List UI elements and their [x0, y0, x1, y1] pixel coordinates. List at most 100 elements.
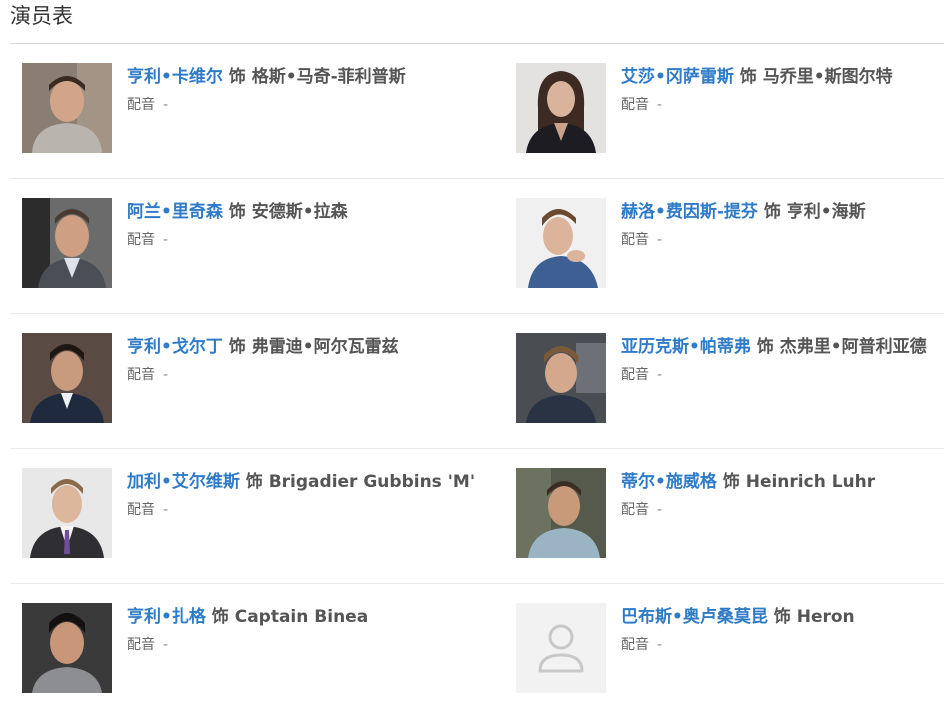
- actor-photo[interactable]: [22, 333, 112, 423]
- role-name: Heinrich Luhr: [745, 472, 876, 492]
- dub-value: -: [163, 502, 169, 518]
- actor-name-link[interactable]: 赫洛•费因斯-提芬: [621, 202, 758, 222]
- cast-name-line: 阿兰•里奇森 饰 安德斯•拉森: [127, 200, 348, 224]
- actor-photo[interactable]: [22, 603, 112, 693]
- dub-value: -: [657, 232, 663, 248]
- cast-item: 阿兰•里奇森 饰 安德斯•拉森 配音 -: [22, 198, 502, 288]
- dub-line: 配音 -: [621, 231, 866, 249]
- dub-label: 配音: [621, 97, 649, 113]
- actor-photo[interactable]: [516, 198, 606, 288]
- actor-photo[interactable]: [22, 63, 112, 153]
- role-separator: 饰: [228, 337, 246, 357]
- role-separator: 饰: [763, 202, 781, 222]
- role-separator: 饰: [228, 202, 246, 222]
- cast-name-line: 亨利•扎格 饰 Captain Binea: [127, 605, 368, 629]
- actor-name-link[interactable]: 亨利•扎格: [127, 607, 206, 627]
- cast-info: 亚历克斯•帕蒂弗 饰 杰弗里•阿普利亚德 配音 -: [621, 335, 927, 384]
- role-separator: 饰: [739, 67, 757, 87]
- dub-line: 配音 -: [621, 366, 927, 384]
- cast-info: 蒂尔•施威格 饰 Heinrich Luhr 配音 -: [621, 470, 875, 519]
- dub-label: 配音: [127, 97, 155, 113]
- dub-line: 配音 -: [621, 96, 893, 114]
- role-name: Captain Binea: [234, 607, 369, 627]
- role-name: Brigadier Gubbins 'M': [268, 472, 476, 492]
- role-separator: 饰: [722, 472, 740, 492]
- dub-label: 配音: [127, 637, 155, 653]
- role-name: 亨利•海斯: [786, 202, 866, 222]
- dub-value: -: [657, 637, 663, 653]
- dub-label: 配音: [621, 502, 649, 518]
- cast-row: 亨利•卡维尔 饰 格斯•马奇-菲利普斯 配音 - 艾莎•冈萨雷斯 饰 马乔里•斯…: [10, 44, 944, 179]
- cast-item: 蒂尔•施威格 饰 Heinrich Luhr 配音 -: [516, 468, 944, 558]
- role-separator: 饰: [773, 607, 791, 627]
- cast-info: 阿兰•里奇森 饰 安德斯•拉森 配音 -: [127, 200, 348, 249]
- role-name: 杰弗里•阿普利亚德: [779, 337, 927, 357]
- role-name: 格斯•马奇-菲利普斯: [251, 67, 406, 87]
- dub-label: 配音: [127, 502, 155, 518]
- cast-item: 艾莎•冈萨雷斯 饰 马乔里•斯图尔特 配音 -: [516, 63, 944, 153]
- role-separator: 饰: [228, 67, 246, 87]
- actor-name-link[interactable]: 亚历克斯•帕蒂弗: [621, 337, 751, 357]
- actor-name-link[interactable]: 亨利•戈尔丁: [127, 337, 223, 357]
- dub-label: 配音: [621, 637, 649, 653]
- actor-name-link[interactable]: 巴布斯•奥卢桑莫昆: [621, 607, 768, 627]
- dub-label: 配音: [127, 232, 155, 248]
- role-separator: 饰: [756, 337, 774, 357]
- cast-row: 加利•艾尔维斯 饰 Brigadier Gubbins 'M' 配音 - 蒂尔•…: [10, 449, 944, 584]
- actor-name-link[interactable]: 艾莎•冈萨雷斯: [621, 67, 734, 87]
- cast-name-line: 亨利•卡维尔 饰 格斯•马奇-菲利普斯: [127, 65, 406, 89]
- actor-photo[interactable]: [516, 468, 606, 558]
- cast-row: 阿兰•里奇森 饰 安德斯•拉森 配音 - 赫洛•费因斯-提芬 饰 亨利•海斯 配…: [10, 179, 944, 314]
- dub-value: -: [163, 97, 169, 113]
- cast-info: 巴布斯•奥卢桑莫昆 饰 Heron 配音 -: [621, 605, 855, 654]
- actor-photo[interactable]: [516, 333, 606, 423]
- actor-name-link[interactable]: 亨利•卡维尔: [127, 67, 223, 87]
- dub-label: 配音: [127, 367, 155, 383]
- cast-info: 亨利•卡维尔 饰 格斯•马奇-菲利普斯 配音 -: [127, 65, 406, 114]
- role-name: 弗雷迪•阿尔瓦雷兹: [251, 337, 399, 357]
- actor-name-link[interactable]: 阿兰•里奇森: [127, 202, 223, 222]
- dub-value: -: [657, 97, 663, 113]
- dub-line: 配音 -: [127, 231, 348, 249]
- cast-name-line: 赫洛•费因斯-提芬 饰 亨利•海斯: [621, 200, 866, 224]
- cast-name-line: 亨利•戈尔丁 饰 弗雷迪•阿尔瓦雷兹: [127, 335, 399, 359]
- cast-item: 巴布斯•奥卢桑莫昆 饰 Heron 配音 -: [516, 603, 944, 693]
- cast-item: 亨利•卡维尔 饰 格斯•马奇-菲利普斯 配音 -: [22, 63, 502, 153]
- cast-info: 赫洛•费因斯-提芬 饰 亨利•海斯 配音 -: [621, 200, 866, 249]
- role-name: 安德斯•拉森: [251, 202, 348, 222]
- dub-value: -: [657, 502, 663, 518]
- actor-name-link[interactable]: 加利•艾尔维斯: [127, 472, 240, 492]
- cast-item: 亨利•戈尔丁 饰 弗雷迪•阿尔瓦雷兹 配音 -: [22, 333, 502, 423]
- cast-name-line: 加利•艾尔维斯 饰 Brigadier Gubbins 'M': [127, 470, 475, 494]
- cast-row: 亨利•扎格 饰 Captain Binea 配音 - 巴布斯•奥卢桑莫昆 饰 H…: [10, 584, 944, 718]
- cast-info: 亨利•扎格 饰 Captain Binea 配音 -: [127, 605, 368, 654]
- actor-name-link[interactable]: 蒂尔•施威格: [621, 472, 717, 492]
- dub-line: 配音 -: [127, 501, 475, 519]
- cast-item: 亚历克斯•帕蒂弗 饰 杰弗里•阿普利亚德 配音 -: [516, 333, 944, 423]
- dub-value: -: [163, 637, 169, 653]
- role-separator: 饰: [245, 472, 263, 492]
- cast-info: 艾莎•冈萨雷斯 饰 马乔里•斯图尔特 配音 -: [621, 65, 893, 114]
- cast-item: 亨利•扎格 饰 Captain Binea 配音 -: [22, 603, 502, 693]
- actor-photo[interactable]: [516, 63, 606, 153]
- cast-name-line: 艾莎•冈萨雷斯 饰 马乔里•斯图尔特: [621, 65, 893, 89]
- section-title: 演员表: [10, 4, 73, 28]
- actor-photo[interactable]: [22, 468, 112, 558]
- dub-line: 配音 -: [127, 96, 406, 114]
- dub-value: -: [163, 367, 169, 383]
- dub-line: 配音 -: [127, 366, 399, 384]
- actor-photo[interactable]: [22, 198, 112, 288]
- actor-photo-placeholder[interactable]: [516, 603, 606, 693]
- cast-row: 亨利•戈尔丁 饰 弗雷迪•阿尔瓦雷兹 配音 - 亚历克斯•帕蒂弗 饰 杰弗里•阿…: [10, 314, 944, 449]
- dub-label: 配音: [621, 232, 649, 248]
- cast-info: 亨利•戈尔丁 饰 弗雷迪•阿尔瓦雷兹 配音 -: [127, 335, 399, 384]
- user-placeholder-icon: [516, 603, 606, 693]
- dub-line: 配音 -: [621, 501, 875, 519]
- role-separator: 饰: [211, 607, 229, 627]
- dub-line: 配音 -: [621, 636, 855, 654]
- dub-value: -: [163, 232, 169, 248]
- cast-name-line: 蒂尔•施威格 饰 Heinrich Luhr: [621, 470, 875, 494]
- dub-line: 配音 -: [127, 636, 368, 654]
- dub-label: 配音: [621, 367, 649, 383]
- cast-name-line: 亚历克斯•帕蒂弗 饰 杰弗里•阿普利亚德: [621, 335, 927, 359]
